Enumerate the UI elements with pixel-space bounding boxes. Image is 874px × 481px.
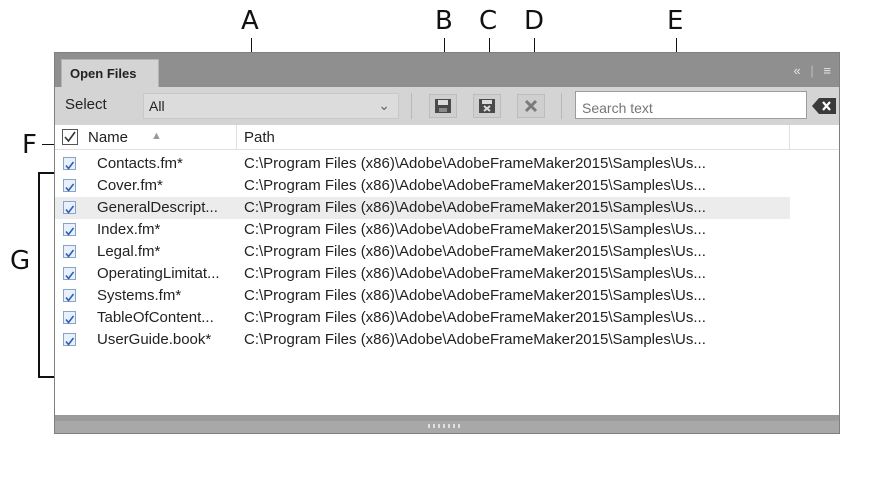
- save-all-button[interactable]: [473, 94, 501, 118]
- column-header-path[interactable]: Path: [244, 129, 275, 146]
- file-path: C:\Program Files (x86)\Adobe\AdobeFrameM…: [244, 155, 706, 172]
- callout-a: A: [241, 6, 259, 36]
- toolbar-divider: [411, 93, 412, 119]
- row-checkbox[interactable]: [63, 289, 76, 302]
- open-files-list: Name ▲ Path Contacts.fm* C:\Program File…: [55, 125, 839, 415]
- tab-open-files[interactable]: Open Files: [61, 59, 159, 87]
- file-name: TableOfContent...: [97, 309, 214, 326]
- row-checkbox[interactable]: [63, 157, 76, 170]
- file-row[interactable]: Legal.fm* C:\Program Files (x86)\Adobe\A…: [55, 241, 790, 263]
- column-divider[interactable]: [789, 125, 790, 149]
- callout-d: D: [524, 6, 545, 36]
- file-path: C:\Program Files (x86)\Adobe\AdobeFrameM…: [244, 265, 706, 282]
- checkmark-icon: [65, 271, 75, 280]
- file-row[interactable]: Systems.fm* C:\Program Files (x86)\Adobe…: [55, 285, 790, 307]
- file-row[interactable]: TableOfContent... C:\Program Files (x86)…: [55, 307, 790, 329]
- callout-g: G: [10, 246, 31, 276]
- save-all-icon: [479, 99, 495, 113]
- file-row[interactable]: Index.fm* C:\Program Files (x86)\Adobe\A…: [55, 219, 790, 241]
- panel-menu-icon[interactable]: ≡: [823, 63, 831, 78]
- select-dropdown[interactable]: All ⌄: [143, 93, 399, 119]
- file-row[interactable]: UserGuide.book* C:\Program Files (x86)\A…: [55, 329, 790, 351]
- select-value: All: [149, 98, 165, 114]
- file-row-highlighted[interactable]: GeneralDescript... C:\Program Files (x86…: [55, 197, 790, 219]
- list-header: Name ▲ Path: [55, 125, 839, 150]
- row-checkbox[interactable]: [63, 333, 76, 346]
- close-file-button[interactable]: [517, 94, 545, 118]
- checkmark-icon: [65, 337, 75, 346]
- callout-b: B: [435, 6, 453, 36]
- checkmark-icon: [65, 227, 75, 236]
- select-label: Select: [65, 96, 107, 113]
- select-all-checkbox[interactable]: [62, 129, 78, 145]
- callout-g-bracket-vertical: [38, 172, 40, 378]
- callout-c: C: [479, 6, 498, 36]
- callout-e: E: [667, 6, 684, 36]
- file-path: C:\Program Files (x86)\Adobe\AdobeFrameM…: [244, 287, 706, 304]
- checkmark-icon: [65, 249, 75, 258]
- checkmark-icon: [64, 131, 76, 143]
- file-path: C:\Program Files (x86)\Adobe\AdobeFrameM…: [244, 243, 706, 260]
- chevron-down-icon: ⌄: [378, 97, 390, 113]
- search-input[interactable]: [575, 91, 807, 119]
- sort-ascending-icon: ▲: [151, 130, 162, 142]
- checkmark-icon: [65, 161, 75, 170]
- panel-separator: |: [810, 63, 814, 78]
- panel-bottom-bar: [55, 421, 839, 433]
- checkmark-icon: [65, 293, 75, 302]
- file-path: C:\Program Files (x86)\Adobe\AdobeFrameM…: [244, 177, 706, 194]
- file-name: Systems.fm*: [97, 287, 182, 304]
- file-name: Legal.fm*: [97, 243, 161, 260]
- file-name: OperatingLimitat...: [97, 265, 220, 282]
- row-checkbox[interactable]: [63, 267, 76, 280]
- row-checkbox[interactable]: [63, 179, 76, 192]
- file-name: GeneralDescript...: [97, 199, 218, 216]
- toolbar-divider: [561, 93, 562, 119]
- file-row[interactable]: Contacts.fm* C:\Program Files (x86)\Adob…: [55, 153, 790, 175]
- file-path: C:\Program Files (x86)\Adobe\AdobeFrameM…: [244, 199, 706, 216]
- row-checkbox[interactable]: [63, 201, 76, 214]
- file-row[interactable]: Cover.fm* C:\Program Files (x86)\Adobe\A…: [55, 175, 790, 197]
- open-files-panel: Open Files « | ≡ Select All ⌄ Search tex…: [54, 52, 840, 434]
- file-row[interactable]: OperatingLimitat... C:\Program Files (x8…: [55, 263, 790, 285]
- file-name: Cover.fm*: [97, 177, 163, 194]
- column-header-name[interactable]: Name: [88, 129, 128, 146]
- resize-grip-icon[interactable]: [427, 423, 461, 429]
- file-name: Contacts.fm*: [97, 155, 183, 172]
- file-name: UserGuide.book*: [97, 331, 212, 348]
- file-name: Index.fm*: [97, 221, 161, 238]
- column-divider[interactable]: [236, 125, 237, 149]
- row-checkbox[interactable]: [63, 223, 76, 236]
- panel-tab-strip: Open Files « | ≡: [55, 53, 839, 87]
- collapse-icon[interactable]: «: [794, 63, 801, 78]
- panel-toolbar: Select All ⌄: [55, 87, 839, 125]
- panel-controls: « | ≡: [788, 63, 831, 78]
- save-button[interactable]: [429, 94, 457, 118]
- file-path: C:\Program Files (x86)\Adobe\AdobeFrameM…: [244, 309, 706, 326]
- row-checkbox[interactable]: [63, 311, 76, 324]
- close-icon: [524, 99, 538, 113]
- clear-search-icon[interactable]: [811, 97, 837, 115]
- save-icon: [435, 99, 451, 113]
- file-path: C:\Program Files (x86)\Adobe\AdobeFrameM…: [244, 331, 706, 348]
- checkmark-icon: [65, 183, 75, 192]
- checkmark-icon: [65, 205, 75, 214]
- checkmark-icon: [65, 315, 75, 324]
- callout-f: F: [22, 130, 37, 160]
- file-path: C:\Program Files (x86)\Adobe\AdobeFrameM…: [244, 221, 706, 238]
- row-checkbox[interactable]: [63, 245, 76, 258]
